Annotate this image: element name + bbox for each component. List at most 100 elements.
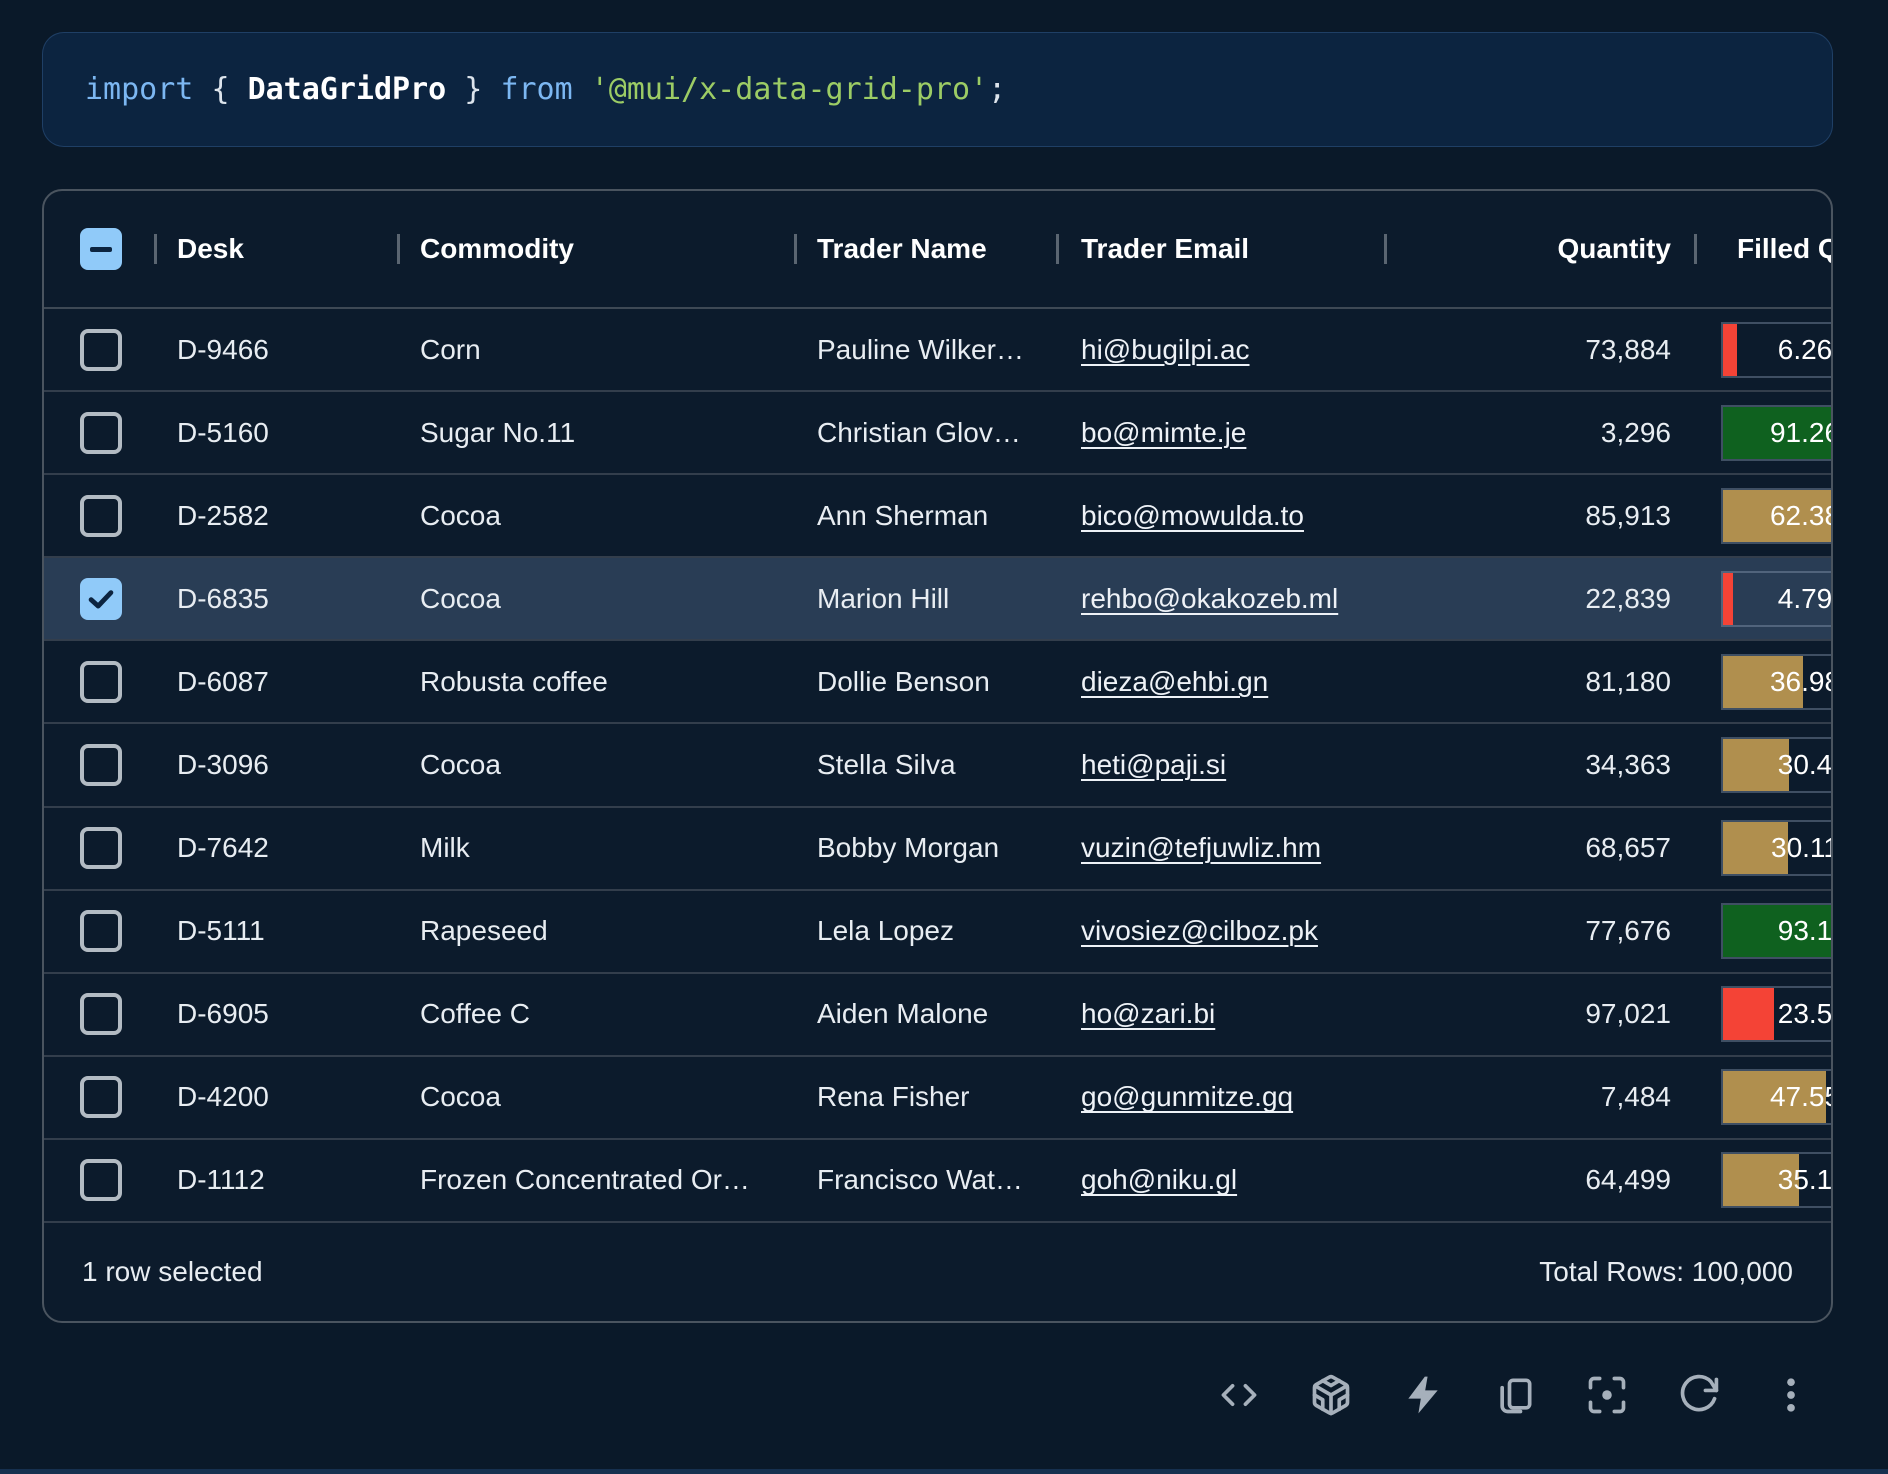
trader-email-link[interactable]: vuzin@tefjuwliz.hm bbox=[1081, 832, 1321, 863]
cell-desk: D-6905 bbox=[157, 998, 400, 1030]
more-options-button[interactable] bbox=[1768, 1372, 1814, 1418]
row-checkbox[interactable] bbox=[80, 744, 122, 786]
show-code-button[interactable] bbox=[1216, 1372, 1262, 1418]
table-row[interactable]: D-3096 Cocoa Stella Silva heti@paji.si 3… bbox=[44, 724, 1831, 807]
filled-quantity-value: 35.1 bbox=[1723, 1154, 1833, 1206]
cell-desk: D-2582 bbox=[157, 500, 400, 532]
screenshot-icon bbox=[1585, 1373, 1629, 1417]
filled-quantity-bar: 30.4 bbox=[1721, 737, 1833, 793]
filled-quantity-value: 30.4 bbox=[1723, 739, 1833, 791]
copy-button[interactable] bbox=[1492, 1372, 1538, 1418]
filled-quantity-value: 62.38 bbox=[1723, 490, 1833, 542]
row-checkbox[interactable] bbox=[80, 827, 122, 869]
row-checkbox[interactable] bbox=[80, 1159, 122, 1201]
column-header-trader-email[interactable]: Trader Email bbox=[1059, 233, 1387, 265]
cell-commodity: Cocoa bbox=[400, 1081, 797, 1113]
column-header-filled-quantity[interactable]: Filled Quantity bbox=[1697, 191, 1833, 307]
cell-trader-name: Bobby Morgan bbox=[797, 832, 1059, 864]
reset-demo-button[interactable] bbox=[1676, 1372, 1722, 1418]
table-row[interactable]: D-6835 Cocoa Marion Hill rehbo@okakozeb.… bbox=[44, 558, 1831, 641]
filled-quantity-value: 4.79 bbox=[1723, 573, 1833, 625]
table-row[interactable]: D-1112 Frozen Concentrated Or… Francisco… bbox=[44, 1140, 1831, 1223]
cell-trader-name: Lela Lopez bbox=[797, 915, 1059, 947]
row-checkbox[interactable] bbox=[80, 661, 122, 703]
cell-trader-name: Ann Sherman bbox=[797, 500, 1059, 532]
grid-footer: 1 row selected Total Rows: 100,000 bbox=[44, 1223, 1831, 1321]
row-checkbox[interactable] bbox=[80, 495, 122, 537]
cell-commodity: Frozen Concentrated Or… bbox=[400, 1164, 797, 1196]
trader-email-link[interactable]: bo@mimte.je bbox=[1081, 417, 1246, 448]
grid-header-row: Desk Commodity Trader Name Trader Email … bbox=[44, 191, 1831, 309]
table-row[interactable]: D-5160 Sugar No.11 Christian Glov… bo@mi… bbox=[44, 392, 1831, 475]
cell-desk: D-6087 bbox=[157, 666, 400, 698]
cell-quantity: 3,296 bbox=[1387, 417, 1697, 449]
filled-quantity-bar: 93.1 bbox=[1721, 903, 1833, 959]
code-snippet-panel: import { DataGridPro } from '@mui/x-data… bbox=[42, 32, 1833, 147]
filled-quantity-bar: 62.38 bbox=[1721, 488, 1833, 544]
cell-trader-name: Marion Hill bbox=[797, 583, 1059, 615]
cell-desk: D-3096 bbox=[157, 749, 400, 781]
filled-quantity-bar: 4.79 bbox=[1721, 571, 1833, 627]
trader-email-link[interactable]: vivosiez@cilboz.pk bbox=[1081, 915, 1318, 946]
row-checkbox[interactable] bbox=[80, 910, 122, 952]
filled-quantity-bar: 47.55 bbox=[1721, 1069, 1833, 1125]
table-row[interactable]: D-5111 Rapeseed Lela Lopez vivosiez@cilb… bbox=[44, 891, 1831, 974]
column-header-trader-name[interactable]: Trader Name bbox=[797, 233, 1059, 265]
table-row[interactable]: D-2582 Cocoa Ann Sherman bico@mowulda.to… bbox=[44, 475, 1831, 558]
cell-quantity: 64,499 bbox=[1387, 1164, 1697, 1196]
trader-email-link[interactable]: go@gunmitze.gq bbox=[1081, 1081, 1293, 1112]
stackblitz-icon bbox=[1401, 1373, 1445, 1417]
refresh-icon bbox=[1677, 1373, 1721, 1417]
trader-email-link[interactable]: hi@bugilpi.ac bbox=[1081, 334, 1250, 365]
trader-email-link[interactable]: goh@niku.gl bbox=[1081, 1164, 1237, 1195]
table-row[interactable]: D-4200 Cocoa Rena Fisher go@gunmitze.gq … bbox=[44, 1057, 1831, 1140]
table-row[interactable]: D-6905 Coffee C Aiden Malone ho@zari.bi … bbox=[44, 974, 1831, 1057]
trader-email-link[interactable]: rehbo@okakozeb.ml bbox=[1081, 583, 1338, 614]
filled-quantity-value: 91.26 bbox=[1723, 407, 1833, 459]
cell-desk: D-6835 bbox=[157, 583, 400, 615]
cell-quantity: 7,484 bbox=[1387, 1081, 1697, 1113]
cell-trader-name: Stella Silva bbox=[797, 749, 1059, 781]
table-row[interactable]: D-9466 Corn Pauline Wilker… hi@bugilpi.a… bbox=[44, 309, 1831, 392]
more-vert-icon bbox=[1769, 1373, 1813, 1417]
column-header-quantity[interactable]: Quantity bbox=[1387, 233, 1697, 265]
cell-commodity: Cocoa bbox=[400, 583, 797, 615]
select-all-header-cell[interactable] bbox=[44, 228, 157, 270]
cell-quantity: 34,363 bbox=[1387, 749, 1697, 781]
cell-quantity: 81,180 bbox=[1387, 666, 1697, 698]
row-checkbox[interactable] bbox=[80, 412, 122, 454]
column-header-desk[interactable]: Desk bbox=[157, 233, 400, 265]
codesandbox-button[interactable] bbox=[1308, 1372, 1354, 1418]
cell-desk: D-1112 bbox=[157, 1164, 400, 1196]
code-token-import: import bbox=[85, 72, 211, 107]
row-checkbox[interactable] bbox=[80, 578, 122, 620]
cell-commodity: Cocoa bbox=[400, 749, 797, 781]
cell-quantity: 85,913 bbox=[1387, 500, 1697, 532]
trader-email-link[interactable]: bico@mowulda.to bbox=[1081, 500, 1304, 531]
stackblitz-button[interactable] bbox=[1400, 1372, 1446, 1418]
demo-toolbar bbox=[1216, 1372, 1814, 1418]
select-all-checkbox[interactable] bbox=[80, 228, 122, 270]
check-icon bbox=[84, 582, 118, 616]
row-checkbox[interactable] bbox=[80, 329, 122, 371]
trader-email-link[interactable]: ho@zari.bi bbox=[1081, 998, 1215, 1029]
code-token-brace: { bbox=[211, 72, 247, 107]
cell-trader-name: Rena Fisher bbox=[797, 1081, 1059, 1113]
table-row[interactable]: D-6087 Robusta coffee Dollie Benson diez… bbox=[44, 641, 1831, 724]
row-checkbox[interactable] bbox=[80, 993, 122, 1035]
filled-quantity-bar: 36.98 bbox=[1721, 654, 1833, 710]
trader-email-link[interactable]: heti@paji.si bbox=[1081, 749, 1226, 780]
row-checkbox[interactable] bbox=[80, 1076, 122, 1118]
cell-commodity: Sugar No.11 bbox=[400, 417, 797, 449]
cell-quantity: 22,839 bbox=[1387, 583, 1697, 615]
cell-commodity: Rapeseed bbox=[400, 915, 797, 947]
total-rows-label: Total Rows: 100,000 bbox=[1539, 1256, 1793, 1288]
screenshot-button[interactable] bbox=[1584, 1372, 1630, 1418]
cell-trader-name: Aiden Malone bbox=[797, 998, 1059, 1030]
column-header-commodity[interactable]: Commodity bbox=[400, 233, 797, 265]
trader-email-link[interactable]: dieza@ehbi.gn bbox=[1081, 666, 1268, 697]
table-row[interactable]: D-7642 Milk Bobby Morgan vuzin@tefjuwliz… bbox=[44, 808, 1831, 891]
cell-commodity: Cocoa bbox=[400, 500, 797, 532]
cell-quantity: 73,884 bbox=[1387, 334, 1697, 366]
filled-quantity-value: 47.55 bbox=[1723, 1071, 1833, 1123]
